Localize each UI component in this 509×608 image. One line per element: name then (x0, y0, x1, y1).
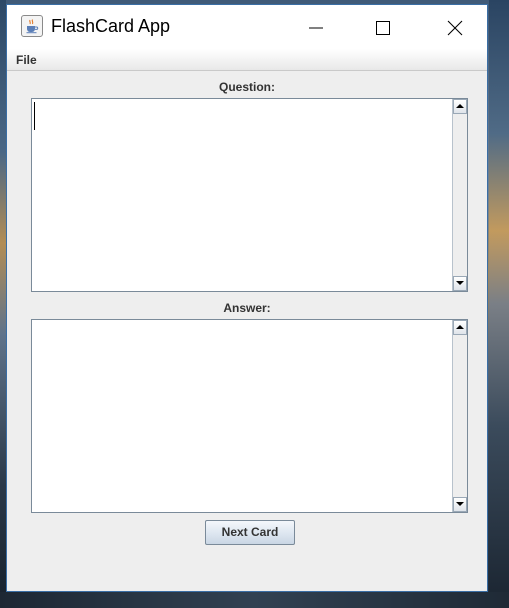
arrow-up-icon (456, 325, 464, 329)
scroll-down-button[interactable] (453, 497, 467, 512)
answer-textarea[interactable] (31, 319, 468, 513)
arrow-up-icon (456, 104, 464, 108)
minimize-icon (309, 27, 323, 29)
text-caret (34, 102, 35, 130)
title-bar[interactable]: FlashCard App (7, 5, 487, 49)
desktop-background-right (489, 0, 509, 608)
window-title: FlashCard App (51, 16, 171, 36)
maximize-icon (376, 21, 390, 35)
scroll-up-button[interactable] (453, 320, 467, 335)
close-icon (447, 20, 463, 36)
answer-scrollbar[interactable] (452, 320, 467, 512)
question-scrollbar[interactable] (452, 99, 467, 291)
scroll-down-button[interactable] (453, 276, 467, 291)
arrow-down-icon (456, 502, 464, 506)
question-textarea[interactable] (31, 98, 468, 292)
desktop-background-bottom (0, 592, 509, 608)
next-card-button[interactable]: Next Card (205, 520, 295, 545)
java-cup-icon[interactable] (21, 15, 43, 37)
menu-bar: File (7, 49, 487, 71)
question-label: Question: (219, 80, 275, 94)
minimize-button[interactable] (292, 5, 338, 49)
close-button[interactable] (431, 5, 477, 49)
scroll-up-button[interactable] (453, 99, 467, 114)
arrow-down-icon (456, 281, 464, 285)
answer-label: Answer: (223, 301, 271, 315)
menu-file[interactable]: File (16, 53, 37, 67)
maximize-button[interactable] (359, 5, 405, 49)
app-window: FlashCard App File Question: Answer: Nex… (6, 4, 488, 592)
